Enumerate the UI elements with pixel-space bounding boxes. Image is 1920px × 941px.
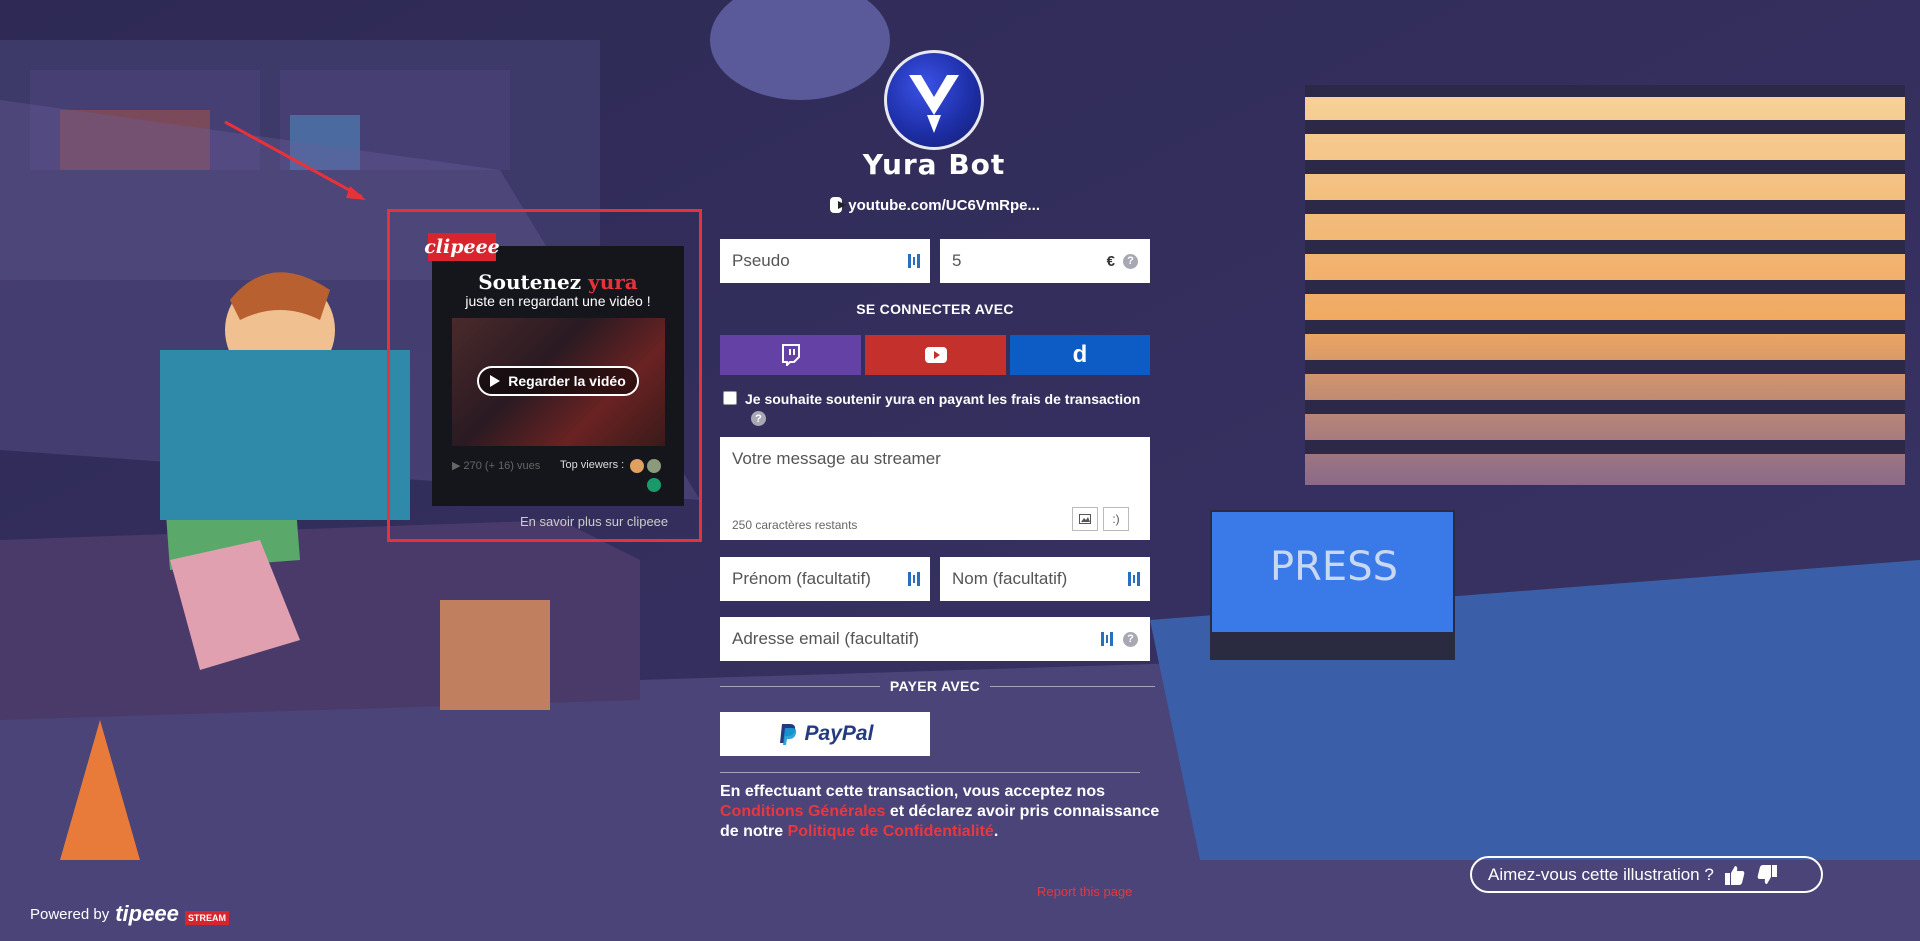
lastname-placeholder: Nom (facultatif) [952, 569, 1068, 588]
email-placeholder: Adresse email (facultatif) [732, 629, 920, 648]
terms-link[interactable]: Conditions Générales [720, 803, 885, 820]
legal-text-part3: . [993, 823, 999, 840]
pseudo-input[interactable]: Pseudo [720, 239, 930, 283]
email-help-icon[interactable]: ? [1123, 631, 1138, 647]
emoji-button[interactable]: :) [1103, 507, 1129, 531]
legal-text: En effectuant cette transaction, vous ac… [720, 782, 1170, 842]
amount-help-icon[interactable]: ? [1123, 253, 1138, 269]
pay-with-label: PAYER AVEC [889, 678, 981, 694]
transaction-fee-label: Je souhaite soutenir yura en payant les … [745, 391, 1141, 407]
clip-title-main: Soutenez [478, 270, 582, 294]
clip-views-text: 270 (+ 16) vues [463, 460, 541, 472]
clip-view-count: ▶ 270 (+ 16) vues [452, 460, 541, 472]
autofill-icon [908, 571, 921, 587]
autofill-icon [908, 253, 921, 269]
legal-text-part1: En effectuant cette transaction, vous ac… [720, 783, 1105, 800]
thumbs-up-icon[interactable] [1724, 864, 1746, 886]
image-icon[interactable] [1072, 507, 1098, 531]
dailymotion-icon: d [1072, 341, 1088, 368]
report-page-link[interactable]: Report this page [1037, 884, 1132, 899]
channel-url: youtube.com/UC6VmRpe... [848, 196, 1040, 214]
top-viewers-label: Top viewers : [560, 459, 625, 471]
twitch-icon [781, 344, 800, 366]
divider [990, 686, 1155, 687]
firstname-input[interactable]: Prénom (facultatif) [720, 557, 930, 601]
youtube-icon [830, 197, 847, 213]
tipeee-brand: tipeee [115, 901, 179, 926]
streamer-avatar [884, 50, 984, 150]
powered-by[interactable]: Powered by tipeee STREAM [30, 901, 229, 927]
illustration-rating: Aimez-vous cette illustration ? [1470, 856, 1823, 893]
twitch-login-button[interactable] [720, 335, 861, 375]
illustration-question: Aimez-vous cette illustration ? [1488, 864, 1714, 884]
paypal-label: PayPal [804, 722, 874, 745]
lastname-input[interactable]: Nom (facultatif) [940, 557, 1150, 601]
clip-title: Soutenez yura [432, 270, 684, 294]
tipeee-logo: tipeee STREAM [115, 901, 229, 927]
clip-subtitle: juste en regardant une vidéo ! [465, 293, 651, 309]
paypal-button[interactable]: PayPal [720, 712, 930, 756]
autofill-icon [1101, 631, 1114, 647]
streamer-name: Yura Bot [862, 148, 1006, 181]
paypal-icon [779, 724, 796, 745]
viewer-avatar [647, 478, 661, 492]
svg-text:PRESS: PRESS [1270, 544, 1398, 590]
yura-logo-icon [909, 75, 959, 133]
amount-value: 5 [952, 251, 962, 270]
message-char-counter: 250 caractères restants [732, 518, 858, 532]
viewer-avatar [630, 459, 644, 473]
privacy-policy-link[interactable]: Politique de Confidentialité [788, 823, 994, 840]
message-placeholder: Votre message au streamer [732, 449, 941, 468]
clipeee-learn-more-link[interactable]: En savoir plus sur clipeee [520, 514, 668, 529]
thumbs-down-icon[interactable] [1756, 864, 1778, 886]
firstname-placeholder: Prénom (facultatif) [732, 569, 871, 588]
viewer-avatar [647, 459, 661, 473]
email-input[interactable]: Adresse email (facultatif) ? [720, 617, 1150, 661]
message-textarea[interactable]: Votre message au streamer 250 caractères… [720, 437, 1150, 540]
dailymotion-login-button[interactable]: d [1010, 335, 1150, 375]
divider [720, 772, 1140, 773]
play-icon [490, 375, 501, 387]
clip-title-accent: yura [588, 270, 638, 294]
pseudo-placeholder: Pseudo [732, 251, 790, 270]
transaction-fee-checkbox[interactable] [723, 391, 737, 405]
connect-with-label: SE CONNECTER AVEC [856, 301, 1014, 317]
transaction-fee-help-icon[interactable]: ? [751, 411, 766, 426]
currency-symbol: € [1106, 252, 1115, 270]
clipeee-logo: clipeee [424, 233, 500, 261]
watch-video-label: Regarder la vidéo [508, 373, 626, 389]
stream-tag: STREAM [184, 911, 229, 925]
powered-by-label: Powered by [30, 905, 110, 923]
youtube-icon [924, 347, 947, 363]
autofill-icon [1128, 571, 1141, 587]
youtube-login-button[interactable] [865, 335, 1006, 375]
amount-input[interactable]: 5 € ? [940, 239, 1150, 283]
watch-video-button[interactable]: Regarder la vidéo [477, 366, 639, 396]
divider [720, 686, 880, 687]
channel-link[interactable]: youtube.com/UC6VmRpe... [830, 195, 1040, 215]
